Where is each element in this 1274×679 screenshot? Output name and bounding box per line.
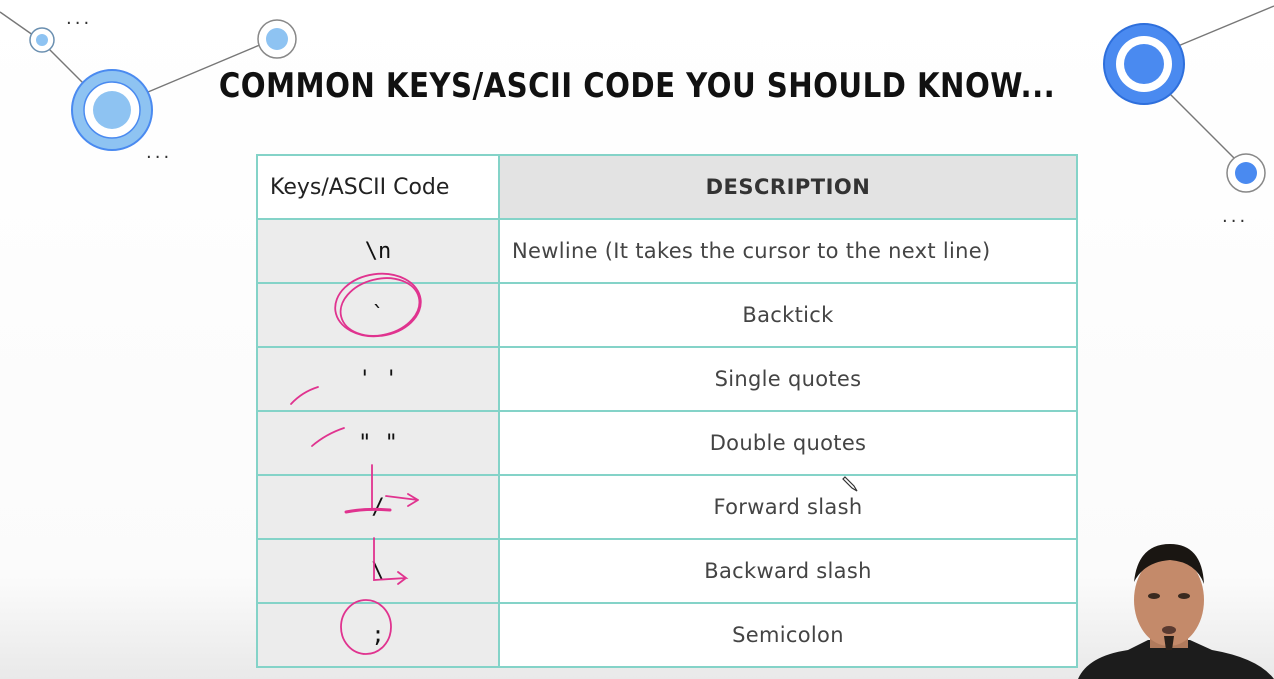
description-cell: Newline (It takes the cursor to the next… bbox=[498, 218, 1078, 284]
description-cell: Semicolon bbox=[498, 602, 1078, 668]
key-cell: ' ' bbox=[256, 346, 500, 412]
node-small-right bbox=[1226, 153, 1266, 193]
table-header-row: Keys/ASCII Code DESCRIPTION bbox=[256, 154, 1078, 220]
presenter-webcam bbox=[1078, 544, 1274, 679]
table-row: ' ' Single quotes bbox=[256, 346, 1078, 412]
ellipsis-right: ... bbox=[1222, 206, 1248, 227]
pen-cursor-icon bbox=[842, 476, 858, 492]
key-cell: ; bbox=[256, 602, 500, 668]
slide-title: COMMON KEYS/ASCII CODE YOU SHOULD KNOW..… bbox=[218, 66, 1056, 106]
key-cell: / bbox=[256, 474, 500, 540]
ellipsis-topleft: ... bbox=[66, 8, 92, 29]
key-cell: ` bbox=[256, 282, 500, 348]
description-cell: Backtick bbox=[498, 282, 1078, 348]
table-row: / Forward slash bbox=[256, 474, 1078, 540]
table-row: " " Double quotes bbox=[256, 410, 1078, 476]
table-row: \n Newline (It takes the cursor to the n… bbox=[256, 218, 1078, 284]
node-small-topleft bbox=[29, 27, 55, 53]
description-cell: Forward slash bbox=[498, 474, 1078, 540]
key-cell: \n bbox=[256, 218, 500, 284]
description-cell: Single quotes bbox=[498, 346, 1078, 412]
node-medium-topleft bbox=[257, 19, 297, 59]
key-cell: " " bbox=[256, 410, 500, 476]
table-row: \ Backward slash bbox=[256, 538, 1078, 604]
table-row: ` Backtick bbox=[256, 282, 1078, 348]
column-header-description: DESCRIPTION bbox=[498, 154, 1078, 220]
column-header-keys: Keys/ASCII Code bbox=[256, 154, 500, 220]
description-cell: Double quotes bbox=[498, 410, 1078, 476]
ascii-keys-table: Keys/ASCII Code DESCRIPTION \n Newline (… bbox=[256, 154, 1078, 668]
description-cell: Backward slash bbox=[498, 538, 1078, 604]
ellipsis-left: ... bbox=[146, 142, 172, 163]
key-cell: \ bbox=[256, 538, 500, 604]
table-row: ; Semicolon bbox=[256, 602, 1078, 668]
